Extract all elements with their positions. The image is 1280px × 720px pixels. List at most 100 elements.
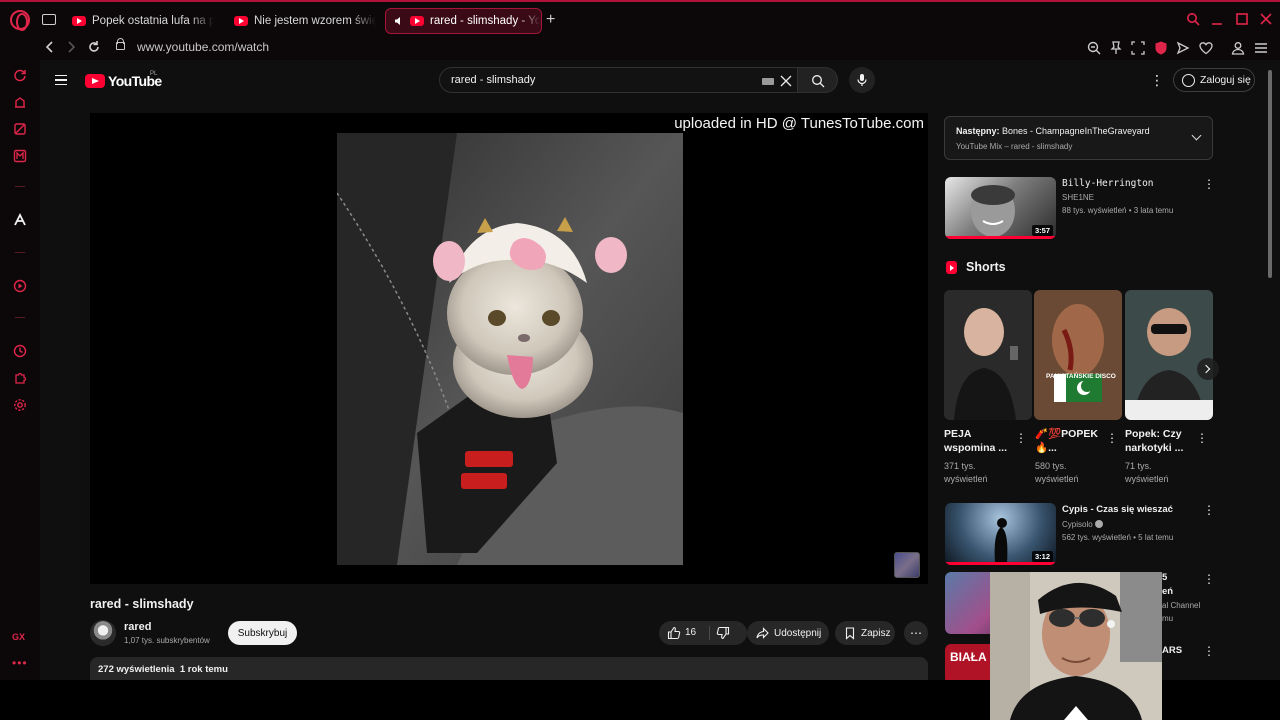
- browser-tab-bar: Popek ostatnia lufa na pyt Nie jestem wz…: [0, 0, 1280, 36]
- tab-nie-jestem[interactable]: Nie jestem wzorem święt: [226, 8, 376, 34]
- up-next-text: Następny: Bones - ChampagneInTheGraveyar…: [956, 126, 1150, 136]
- related-channel[interactable]: SHE1NE: [1062, 193, 1094, 202]
- related-channel[interactable]: Cypisolo: [1062, 520, 1103, 529]
- gx-corner-icon[interactable]: [13, 95, 27, 109]
- aria-icon[interactable]: [13, 213, 27, 227]
- opera-sidebar: GX •••: [0, 60, 40, 680]
- page-scrollbar[interactable]: [1268, 70, 1272, 278]
- extensions-puzzle-icon[interactable]: [13, 371, 27, 385]
- related-channel-fragment[interactable]: al Channel: [1162, 601, 1200, 610]
- tab-rared-slimshady[interactable]: rared - slimshady - Yo: [385, 8, 542, 34]
- related-thumbnail[interactable]: 3:12: [945, 503, 1056, 565]
- settings-more-icon[interactable]: ⋮: [1150, 72, 1164, 89]
- forward-icon[interactable]: [65, 39, 77, 55]
- speaker-icon[interactable]: [394, 16, 404, 26]
- tab-popek[interactable]: Popek ostatnia lufa na pyt: [64, 8, 214, 34]
- related-more-icon[interactable]: ⋮: [1203, 644, 1215, 658]
- related-title-fragment[interactable]: ARS: [1162, 645, 1182, 656]
- short-title[interactable]: 🧨💯POPEK 🔥...: [1035, 427, 1109, 455]
- channel-name[interactable]: rared: [124, 621, 152, 633]
- minimize-icon[interactable]: [1210, 12, 1224, 26]
- related-more-icon[interactable]: ⋮: [1203, 503, 1215, 517]
- voice-search-button[interactable]: [849, 67, 875, 93]
- share-label: Udostępnij: [774, 627, 822, 639]
- signin-label: Zaloguj się: [1200, 74, 1251, 86]
- sidebar-more-icon[interactable]: •••: [12, 656, 28, 670]
- vpn-shield-icon[interactable]: [1153, 40, 1169, 56]
- account-icon[interactable]: [1230, 40, 1246, 56]
- heart-icon[interactable]: [1198, 40, 1214, 56]
- opera-logo-icon[interactable]: [10, 10, 30, 31]
- short-thumbnail[interactable]: [944, 290, 1032, 420]
- like-icon[interactable]: [667, 626, 681, 640]
- easy-setup-menu-icon[interactable]: [1253, 40, 1269, 56]
- lock-icon[interactable]: [116, 38, 125, 50]
- related-title-fragment[interactable]: 5: [1162, 572, 1167, 583]
- back-icon[interactable]: [44, 39, 56, 55]
- up-next-card[interactable]: Następny: Bones - ChampagneInTheGraveyar…: [944, 116, 1213, 160]
- region-code: PL: [150, 71, 158, 77]
- short-more-icon[interactable]: ⋮: [1106, 431, 1118, 445]
- share-icon: [756, 627, 769, 639]
- gx-control-icon[interactable]: [13, 68, 27, 82]
- clear-search-icon[interactable]: [779, 74, 793, 88]
- settings-gear-icon[interactable]: [13, 398, 27, 412]
- search-tabs-icon[interactable]: [1186, 12, 1200, 26]
- shorts-next-button[interactable]: [1197, 358, 1219, 380]
- related-thumbnail[interactable]: 3:57: [945, 177, 1056, 239]
- keyboard-icon[interactable]: [762, 78, 774, 85]
- related-more-icon[interactable]: ⋮: [1203, 572, 1215, 586]
- bookmark-icon: [845, 626, 855, 640]
- tab-islands-icon[interactable]: [42, 14, 56, 25]
- short-thumbnail[interactable]: [1125, 290, 1213, 420]
- short-title[interactable]: PEJA wspomina ...: [944, 427, 1018, 455]
- related-meta: 562 tys. wyświetleń • 5 lat temu: [1062, 533, 1174, 542]
- close-window-icon[interactable]: [1259, 12, 1273, 26]
- subscriber-count: 1,07 tys. subskrybentów: [124, 636, 210, 645]
- url-field[interactable]: www.youtube.com/watch: [137, 40, 269, 54]
- verified-badge-icon: [1094, 520, 1103, 528]
- video-player[interactable]: uploaded in HD @ TunesToTube.com: [90, 113, 928, 584]
- related-more-icon[interactable]: ⋮: [1203, 177, 1215, 191]
- description-meta: 272 wyświetlenia 1 rok temu: [98, 664, 228, 675]
- short-more-icon[interactable]: ⋮: [1015, 431, 1027, 445]
- short-more-icon[interactable]: ⋮: [1196, 431, 1208, 445]
- new-tab-button[interactable]: +: [546, 11, 555, 29]
- related-meta-fragment: mu: [1162, 614, 1174, 623]
- send-icon[interactable]: [1175, 40, 1191, 56]
- zoom-icon[interactable]: [1086, 40, 1102, 56]
- video-duration: 3:12: [1031, 551, 1053, 562]
- save-button[interactable]: Zapisz: [835, 621, 895, 645]
- subscribe-button[interactable]: Subskrybuj: [228, 621, 297, 645]
- gx-label[interactable]: GX: [12, 632, 25, 642]
- channel-avatar[interactable]: [90, 620, 116, 646]
- pin-icon[interactable]: [1108, 40, 1124, 56]
- reload-icon[interactable]: [87, 39, 101, 55]
- search-input[interactable]: rared - slimshady: [439, 67, 798, 93]
- related-title[interactable]: Cypis - Czas się wieszać: [1062, 504, 1202, 515]
- dislike-icon[interactable]: [716, 626, 730, 640]
- like-divider: [709, 626, 710, 640]
- m-app-icon[interactable]: [13, 149, 27, 163]
- more-actions-button[interactable]: ⋯: [904, 621, 928, 645]
- maximize-icon[interactable]: [1235, 12, 1249, 26]
- channel-watermark-icon[interactable]: [894, 552, 920, 578]
- history-clock-icon[interactable]: [13, 344, 27, 358]
- hot-tabs-killer-icon[interactable]: [13, 122, 27, 136]
- snapshot-icon[interactable]: [1130, 40, 1146, 56]
- short-thumbnail[interactable]: PAKISTAŃSKIE DISCO: [1034, 290, 1122, 420]
- like-count[interactable]: 16: [685, 627, 696, 638]
- chevron-down-icon[interactable]: [1191, 130, 1202, 141]
- player-icon[interactable]: [13, 279, 27, 293]
- menu-icon[interactable]: [55, 75, 67, 85]
- description-box[interactable]: 272 wyświetlenia 1 rok temu: [90, 657, 928, 680]
- thumbnail-caption: BIAŁA: [950, 650, 987, 664]
- search-button[interactable]: [798, 67, 838, 93]
- share-button[interactable]: Udostępnij: [747, 621, 829, 645]
- shorts-icon: [946, 261, 957, 274]
- related-title-fragment[interactable]: eń: [1162, 586, 1173, 597]
- related-title[interactable]: Billy-Herrington: [1062, 178, 1202, 189]
- short-title[interactable]: Popek: Czy narkotyki ...: [1125, 427, 1199, 455]
- signin-button[interactable]: Zaloguj się: [1173, 68, 1255, 92]
- account-circle-icon: [1182, 73, 1195, 87]
